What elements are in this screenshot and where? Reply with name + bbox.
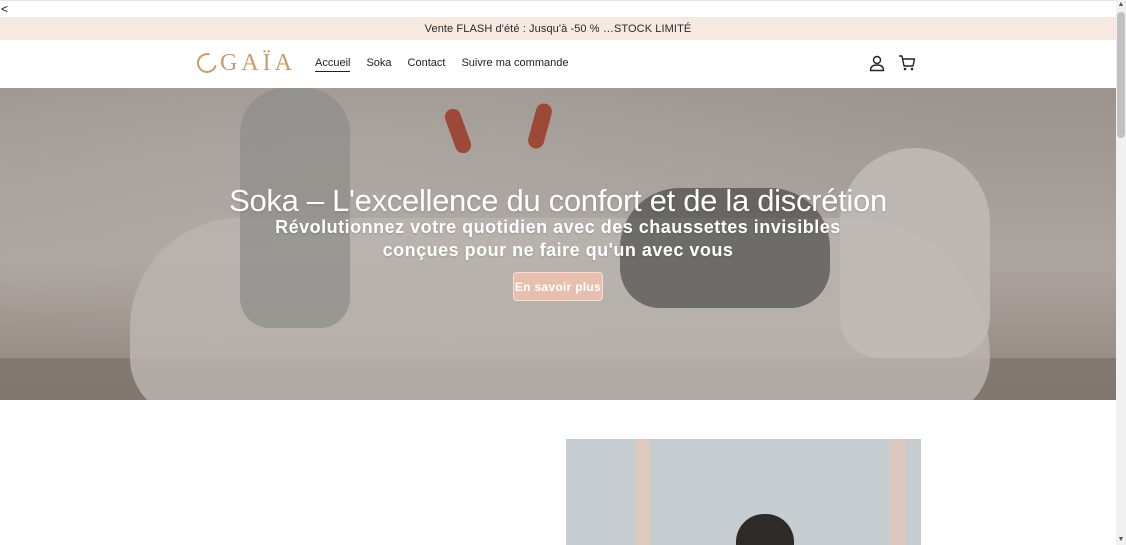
learn-more-button[interactable]: En savoir plus <box>513 272 603 301</box>
logo-ring-icon <box>193 49 221 77</box>
cart-icon[interactable] <box>898 54 916 72</box>
logo-text: GAÏA <box>220 50 296 76</box>
site-header: GAÏA Accueil Soka Contact Suivre ma comm… <box>0 40 1116 88</box>
vertical-scrollbar[interactable]: ▲ ▼ <box>1116 0 1126 545</box>
nav-item-suivre-commande[interactable]: Suivre ma commande <box>461 57 568 72</box>
top-border <box>0 0 1116 1</box>
scrollbar-thumb[interactable] <box>1117 12 1125 138</box>
hero-banner: Soka – L'excellence du confort et de la … <box>0 88 1116 400</box>
header-icons <box>868 54 916 72</box>
logo[interactable]: GAÏA <box>193 49 296 77</box>
scroll-down-arrow-icon[interactable]: ▼ <box>1116 536 1126 544</box>
page: < Vente FLASH d'été : Jusqu'à -50 % …STO… <box>0 0 1126 545</box>
nav-item-contact[interactable]: Contact <box>408 57 446 72</box>
main-nav: Accueil Soka Contact Suivre ma commande <box>315 57 568 72</box>
account-icon[interactable] <box>868 54 886 72</box>
scroll-up-arrow-icon[interactable]: ▲ <box>1116 1 1126 9</box>
product-preview-image <box>566 439 921 545</box>
preview-person-image <box>736 514 794 545</box>
back-button[interactable]: < <box>1 2 8 16</box>
nav-item-accueil[interactable]: Accueil <box>315 57 351 72</box>
preview-frame-left <box>636 439 650 545</box>
preview-frame-right <box>890 439 906 545</box>
hero-subtitle: Révolutionnez votre quotidien avec des c… <box>275 217 841 260</box>
hero-title: Soka – L'excellence du confort et de la … <box>229 183 887 218</box>
announcement-text: Vente FLASH d'été : Jusqu'à -50 % …STOCK… <box>424 22 692 35</box>
announcement-bar: Vente FLASH d'été : Jusqu'à -50 % …STOCK… <box>0 17 1116 40</box>
nav-item-soka[interactable]: Soka <box>366 57 391 72</box>
